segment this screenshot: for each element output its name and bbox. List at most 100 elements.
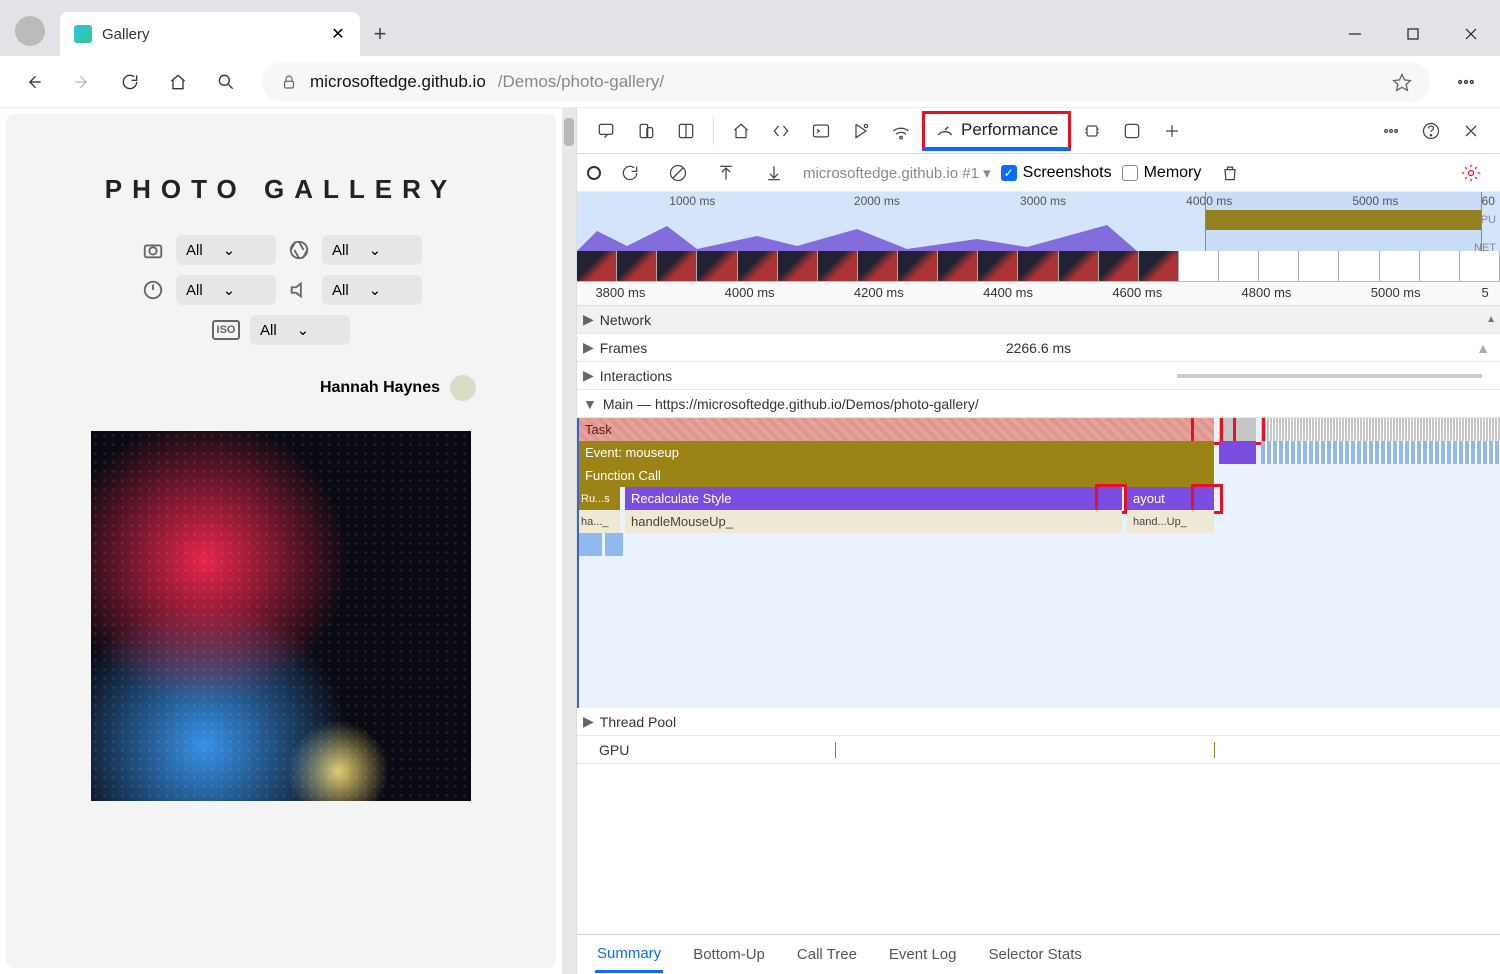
aperture-filter-select[interactable]: All⌄ [322,235,422,265]
flame-rus[interactable]: Ru...s [579,487,620,510]
memory-tab-icon[interactable] [1073,112,1111,150]
browser-toolbar: microsoftedge.github.io/Demos/photo-gall… [0,56,1500,108]
frames-track[interactable]: ▶Frames2266.6 ms▲ [577,334,1500,362]
garbage-collect-button[interactable] [1211,154,1249,192]
search-button[interactable] [206,62,246,102]
details-tabs: Summary Bottom-Up Call Tree Event Log Se… [577,934,1500,974]
recording-select[interactable]: microsoftedge.github.io #1 ▾ [803,164,991,182]
author-name: Hannah Haynes [320,379,440,397]
devtools-more-button[interactable] [1372,112,1410,150]
minimize-button[interactable] [1326,12,1384,56]
memory-checkbox[interactable]: Memory [1122,164,1202,182]
clear-button[interactable] [659,154,697,192]
application-tab-icon[interactable] [1113,112,1151,150]
timeline-overview[interactable]: 1000 ms 2000 ms 3000 ms 4000 ms 5000 ms … [577,192,1500,282]
forward-button [62,62,102,102]
performance-icon [935,120,955,140]
devtools-panel: Performance microsoftedge.github.io #1 ▾… [576,108,1500,974]
thread-pool-track[interactable]: ▶Thread Pool [577,708,1500,736]
bottom-up-tab[interactable]: Bottom-Up [691,938,767,971]
camera-icon [140,237,166,263]
sound-filter-select[interactable]: All⌄ [322,275,422,305]
capture-settings-button[interactable] [1452,154,1490,192]
refresh-button[interactable] [110,62,150,102]
chevron-down-icon: ⌄ [223,281,236,299]
main-track-header[interactable]: ▼Main — https://microsoftedge.github.io/… [577,390,1500,418]
event-log-tab[interactable]: Event Log [887,938,959,971]
more-button[interactable] [1446,62,1486,102]
sound-icon [286,277,312,303]
save-profile-button[interactable] [755,154,793,192]
help-button[interactable] [1412,112,1450,150]
url-host: microsoftedge.github.io [310,72,486,92]
gpu-track[interactable]: GPU [577,736,1500,764]
devtools-close-button[interactable] [1452,112,1490,150]
load-profile-button[interactable] [707,154,745,192]
performance-tab[interactable]: Performance [922,111,1071,151]
flame-chart[interactable]: Task Event: mouseup Function Call Ru...s… [577,418,1500,708]
close-window-button[interactable] [1442,12,1500,56]
network-tab-icon[interactable] [882,112,920,150]
photo-thumbnail[interactable] [91,431,471,801]
flame-task[interactable]: Task [579,418,1214,441]
network-track[interactable]: ▶Network▲ [577,306,1500,334]
elements-tab-icon[interactable] [762,112,800,150]
reload-record-button[interactable] [611,154,649,192]
panel-toggle-icon[interactable] [667,112,705,150]
record-button[interactable] [587,166,601,180]
iso-icon: ISO [212,320,240,340]
flame-bar-small[interactable] [1219,441,1256,464]
author-row: Hannah Haynes [320,375,476,401]
welcome-tab-icon[interactable] [722,112,760,150]
inspect-icon[interactable] [587,112,625,150]
flame-tasks-tiny[interactable] [1261,418,1500,441]
author-avatar-icon [450,375,476,401]
chevron-down-icon: ⌄ [369,281,382,299]
avatar-icon [15,16,45,46]
address-bar[interactable]: microsoftedge.github.io/Demos/photo-gall… [262,62,1430,102]
chevron-down-icon: ⌄ [369,241,382,259]
flame-handle-mouseup[interactable]: handleMouseUp_ [625,510,1122,533]
profile-button[interactable] [0,6,60,56]
performance-tab-label: Performance [961,120,1058,140]
flame-layout[interactable]: ayout [1127,487,1214,510]
new-tab-button[interactable]: + [360,12,400,56]
url-path: /Demos/photo-gallery/ [498,72,664,92]
timeline-ruler[interactable]: 3800 ms 4000 ms 4200 ms 4400 ms 4600 ms … [577,282,1500,306]
exposure-icon [140,277,166,303]
lock-icon [280,73,298,91]
screenshots-checkbox[interactable]: Screenshots [1001,164,1112,182]
flame-hand-up[interactable]: hand...Up_ [1127,510,1214,533]
exposure-filter-select[interactable]: All⌄ [176,275,276,305]
maximize-button[interactable] [1384,12,1442,56]
flame-function-call[interactable]: Function Call [579,464,1214,487]
device-toggle-icon[interactable] [627,112,665,150]
flame-recalc-style[interactable]: Recalculate Style [625,487,1122,510]
tab-close-button[interactable]: ✕ [330,26,346,42]
tab-title: Gallery [102,26,320,43]
page-scrollbar[interactable] [562,108,576,974]
selector-stats-tab[interactable]: Selector Stats [986,938,1083,971]
sources-tab-icon[interactable] [842,112,880,150]
flame-task-small[interactable] [1219,418,1256,441]
filter-controls: All⌄ All⌄ All⌄ All⌄ ISO All⌄ [131,235,431,345]
edge-favicon-icon [74,25,92,43]
home-button[interactable] [158,62,198,102]
performance-toolbar: microsoftedge.github.io #1 ▾ Screenshots… [577,154,1500,192]
summary-tab[interactable]: Summary [595,937,663,973]
more-tabs-button[interactable] [1153,112,1191,150]
camera-filter-select[interactable]: All⌄ [176,235,276,265]
page-title: PHOTO GALLERY [105,174,457,205]
console-tab-icon[interactable] [802,112,840,150]
browser-tab[interactable]: Gallery ✕ [60,12,360,56]
iso-filter-select[interactable]: All⌄ [250,315,350,345]
chevron-down-icon: ⌄ [297,321,310,339]
back-button[interactable] [14,62,54,102]
interactions-track[interactable]: ▶Interactions [577,362,1500,390]
flame-ha[interactable]: ha..._ [579,510,620,533]
devtools-tabs: Performance [577,108,1500,154]
flame-event[interactable]: Event: mouseup [579,441,1214,464]
favorite-icon[interactable] [1392,72,1412,92]
chevron-down-icon: ⌄ [223,241,236,259]
call-tree-tab[interactable]: Call Tree [795,938,859,971]
